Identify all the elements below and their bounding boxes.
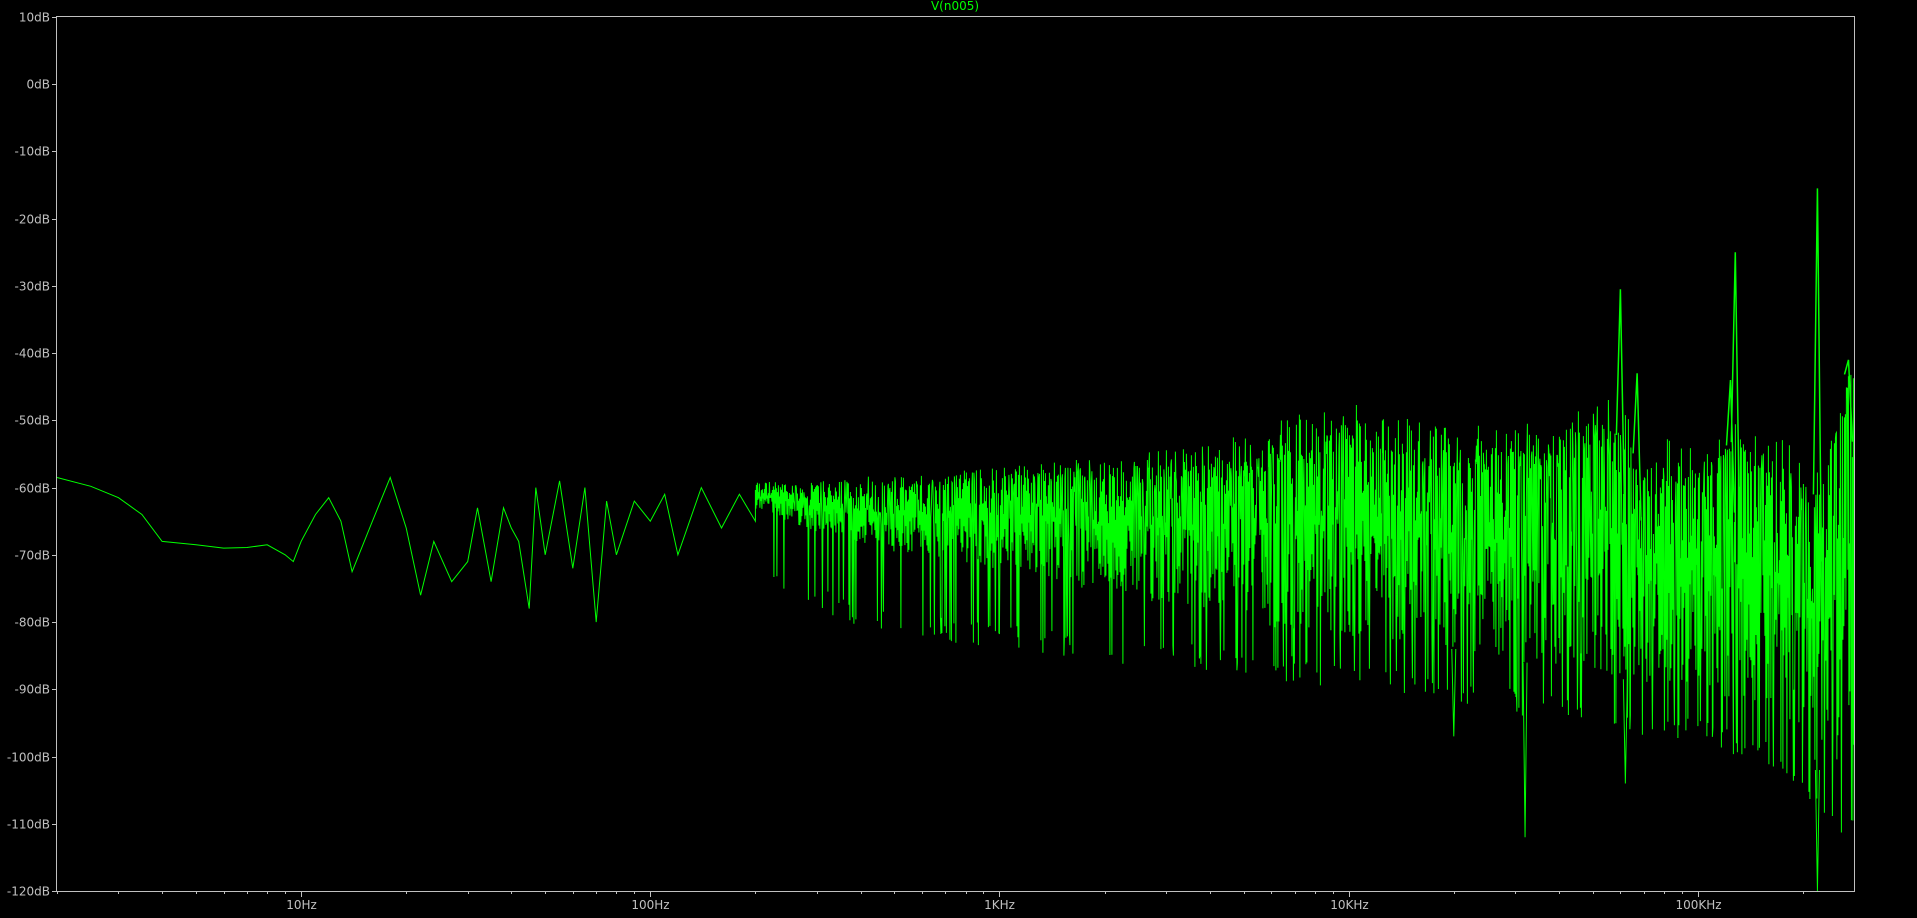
y-tick-label: -110dB — [7, 818, 50, 832]
trace-v-n005 — [56, 374, 1855, 833]
trace-dip — [1451, 648, 1457, 737]
trace-layer — [56, 188, 1855, 892]
y-tick-label: 10dB — [19, 11, 50, 25]
spectrum-chart: 10dB 0dB -10dB -20dB -30dB -40dB -50dB -60dB -70… — [7, 0, 1855, 912]
y-tick-label: 0dB — [27, 78, 50, 92]
x-tick-label: 1KHz — [984, 898, 1015, 912]
y-tick-label: -90dB — [15, 683, 50, 697]
x-tick-label: 100KHz — [1675, 898, 1721, 912]
axis-layer: 10dB 0dB -10dB -20dB -30dB -40dB -50dB -60dB -70… — [7, 11, 1804, 912]
y-tick-label: -80dB — [15, 616, 50, 630]
chart-title: V(n005) — [931, 0, 979, 13]
y-tick-label: -10dB — [15, 145, 50, 159]
y-tick-label: -20dB — [15, 213, 50, 227]
plot-window: 10dB 0dB -10dB -20dB -30dB -40dB -50dB -60dB -70… — [0, 0, 1917, 913]
y-tick-label: -60dB — [15, 482, 50, 496]
y-tick-label: -40dB — [15, 347, 50, 361]
trace-dip — [1522, 662, 1528, 838]
y-tick-label: -120dB — [7, 885, 50, 899]
y-tick-label: -70dB — [15, 549, 50, 563]
y-tick-label: -30dB — [15, 280, 50, 294]
x-tick-label: 10KHz — [1330, 898, 1368, 912]
y-tick-label: -100dB — [7, 751, 50, 765]
x-tick-label: 10Hz — [286, 898, 317, 912]
trace-dip — [1814, 769, 1820, 892]
trace-dip — [1622, 679, 1628, 784]
x-tick-label: 100Hz — [631, 898, 669, 912]
y-tick-label: -50dB — [15, 414, 50, 428]
